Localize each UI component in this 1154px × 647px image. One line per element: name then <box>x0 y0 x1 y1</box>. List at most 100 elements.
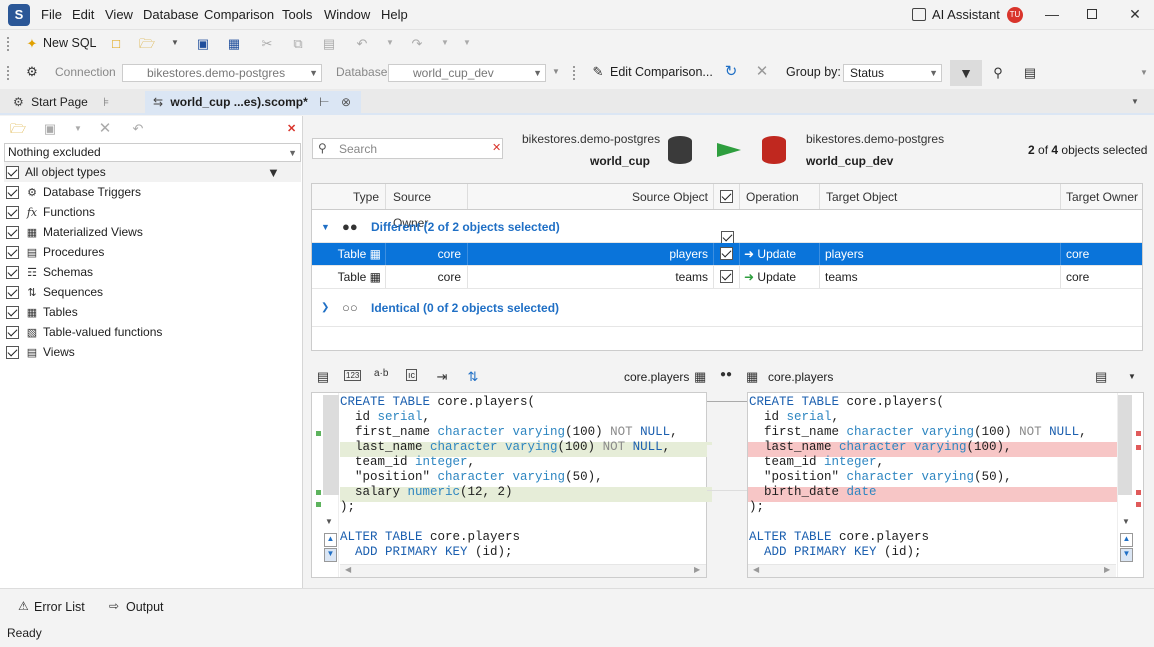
output-tab[interactable]: Output <box>126 600 164 614</box>
toolbar-grip[interactable] <box>7 66 10 80</box>
object-type-all[interactable]: All object types <box>6 162 106 182</box>
scroll-thumb[interactable] <box>323 395 339 495</box>
next-diff-icon[interactable]: ▼ <box>324 548 337 562</box>
indent-icon[interactable]: ⇥ <box>434 369 450 385</box>
menu-view[interactable]: View <box>105 7 133 22</box>
expand-icon[interactable]: ❯ <box>321 289 329 327</box>
checkbox[interactable] <box>720 247 733 260</box>
layout-dropdown-icon[interactable]: ▼ <box>1128 372 1136 381</box>
scroll-down-icon[interactable]: ▼ <box>1122 517 1130 526</box>
object-filter-icon[interactable]: ⚲ <box>990 65 1006 81</box>
new-document-icon[interactable]: □ <box>108 36 124 52</box>
table-row[interactable]: Table ▦ core teams ➜ Update teams core <box>312 266 1142 289</box>
checkbox[interactable] <box>6 166 19 180</box>
ai-assistant-button[interactable]: AI Assistant <box>932 7 1000 22</box>
object-type-sequences[interactable]: ⇅ Sequences <box>6 282 103 302</box>
save-filter-icon[interactable]: ▣ <box>42 121 58 137</box>
new-sql-button[interactable]: New SQL <box>43 36 97 50</box>
checkbox[interactable] <box>720 270 733 283</box>
collapse-icon[interactable]: ▼ <box>321 211 330 243</box>
column-operation[interactable]: Operation <box>740 184 820 209</box>
menu-file[interactable]: File <box>41 7 62 22</box>
cut-icon[interactable]: ✂ <box>259 36 275 52</box>
report-icon[interactable]: ▤ <box>1022 65 1038 81</box>
close-tab-icon[interactable]: ⊗ <box>341 91 351 114</box>
horizontal-scrollbar[interactable]: ◀ ▶ <box>340 564 706 577</box>
pin-icon[interactable]: ⊢ <box>319 91 329 114</box>
maximize-icon[interactable] <box>1087 9 1097 19</box>
tab-start-page[interactable]: ⚙ Start Page ⊧ <box>5 91 143 114</box>
filter-icon[interactable]: ▼ <box>267 165 280 180</box>
checkbox[interactable] <box>720 190 733 203</box>
object-type-views[interactable]: ▤ Views <box>6 342 75 362</box>
database-select[interactable]: world_cup_dev ▼ <box>388 64 546 82</box>
object-type-database-triggers[interactable]: ⚙ Database Triggers <box>6 182 141 202</box>
close-icon[interactable]: ✕ <box>1127 6 1143 22</box>
checkbox[interactable] <box>6 186 19 200</box>
toolbar-overflow-icon[interactable]: ▼ <box>1140 68 1148 77</box>
prev-diff-icon[interactable]: ▲ <box>1120 533 1133 547</box>
target-code-pane[interactable]: CREATE TABLE core.players( id serial, fi… <box>747 392 1144 578</box>
object-type-tables[interactable]: ▦ Tables <box>6 302 78 322</box>
refresh-icon[interactable]: ↻ <box>723 64 739 80</box>
search-input[interactable]: Search <box>339 142 377 156</box>
stop-icon[interactable]: ✕ <box>754 64 770 80</box>
horizontal-scrollbar[interactable]: ◀ ▶ <box>748 564 1116 577</box>
paste-icon[interactable]: ▤ <box>321 36 337 52</box>
menu-comparison[interactable]: Comparison <box>204 7 274 22</box>
user-avatar[interactable]: TU <box>1007 7 1023 23</box>
column-select-all[interactable] <box>714 184 740 209</box>
layout-icon[interactable]: ▤ <box>1095 369 1107 385</box>
connection-plug-icon[interactable]: ⚙ <box>24 64 40 80</box>
next-diff-icon[interactable]: ▼ <box>1120 548 1133 562</box>
redo-dropdown-icon[interactable]: ▼ <box>441 38 449 47</box>
search-box[interactable]: ⚲ Search ✕ <box>312 138 503 159</box>
connection-select[interactable]: bikestores.demo-postgres ▼ <box>122 64 322 82</box>
save-icon[interactable]: ▣ <box>195 36 211 52</box>
prev-diff-icon[interactable]: ▲ <box>324 533 337 547</box>
undo-filter-icon[interactable]: ↶ <box>130 121 146 137</box>
menu-window[interactable]: Window <box>324 7 370 22</box>
open-dropdown-icon[interactable]: ▼ <box>171 38 179 47</box>
checkbox[interactable] <box>6 286 19 300</box>
object-type-table-valued-functions[interactable]: ▧ Table-valued functions <box>6 322 162 342</box>
sort-icon[interactable]: ⇅ <box>465 369 481 385</box>
toolbar-grip[interactable] <box>7 37 10 51</box>
group-row-different[interactable]: ▼ ●● Different (2 of 2 objects selected) <box>312 211 1142 245</box>
error-list-tab[interactable]: Error List <box>34 600 85 614</box>
object-type-schemas[interactable]: ☶ Schemas <box>6 262 93 282</box>
undo-icon[interactable]: ↶ <box>354 36 370 52</box>
column-source-object[interactable]: Source Object <box>468 184 714 209</box>
group-by-select[interactable]: Status ▼ <box>843 64 942 82</box>
scroll-down-icon[interactable]: ▼ <box>325 517 333 526</box>
column-target-owner[interactable]: Target Owner <box>1061 184 1142 209</box>
checkbox[interactable] <box>6 206 19 220</box>
redo-icon[interactable]: ↷ <box>409 36 425 52</box>
scroll-right-icon[interactable]: ▶ <box>1104 565 1110 574</box>
load-filter-icon[interactable]: 🗁 <box>10 121 26 137</box>
pin-icon[interactable]: ⊧ <box>103 91 109 114</box>
copy-icon[interactable]: ⧉ <box>290 36 306 52</box>
save-dropdown-icon[interactable]: ▼ <box>74 124 82 133</box>
close-panel-icon[interactable]: ✕ <box>287 122 296 135</box>
tab-list-icon[interactable]: ▼ <box>1131 97 1139 106</box>
toolbar-grip[interactable] <box>573 66 576 80</box>
tab-world-cup-comparison[interactable]: ⇆ world_cup ...es).scomp* ⊢ ⊗ <box>145 91 361 114</box>
menu-edit[interactable]: Edit <box>72 7 94 22</box>
undo-dropdown-icon[interactable]: ▼ <box>386 38 394 47</box>
object-type-procedures[interactable]: ▤ Procedures <box>6 242 104 262</box>
column-source-owner[interactable]: Source Owner <box>386 184 468 230</box>
ignore-comments-icon[interactable]: ıc <box>406 369 418 381</box>
object-type-functions[interactable]: fx Functions <box>6 202 95 222</box>
checkbox[interactable] <box>6 246 19 260</box>
menu-database[interactable]: Database <box>143 7 199 22</box>
edit-comparison-button[interactable]: Edit Comparison... <box>610 65 713 79</box>
ignore-case-icon[interactable]: ▤ <box>315 369 331 385</box>
scroll-left-icon[interactable]: ◀ <box>345 565 351 574</box>
checkbox[interactable] <box>6 266 19 280</box>
column-type[interactable]: Type <box>312 184 386 209</box>
checkbox[interactable] <box>6 326 19 340</box>
scroll-right-icon[interactable]: ▶ <box>694 565 700 574</box>
checkbox[interactable] <box>6 226 19 240</box>
scroll-thumb[interactable] <box>1118 395 1132 495</box>
